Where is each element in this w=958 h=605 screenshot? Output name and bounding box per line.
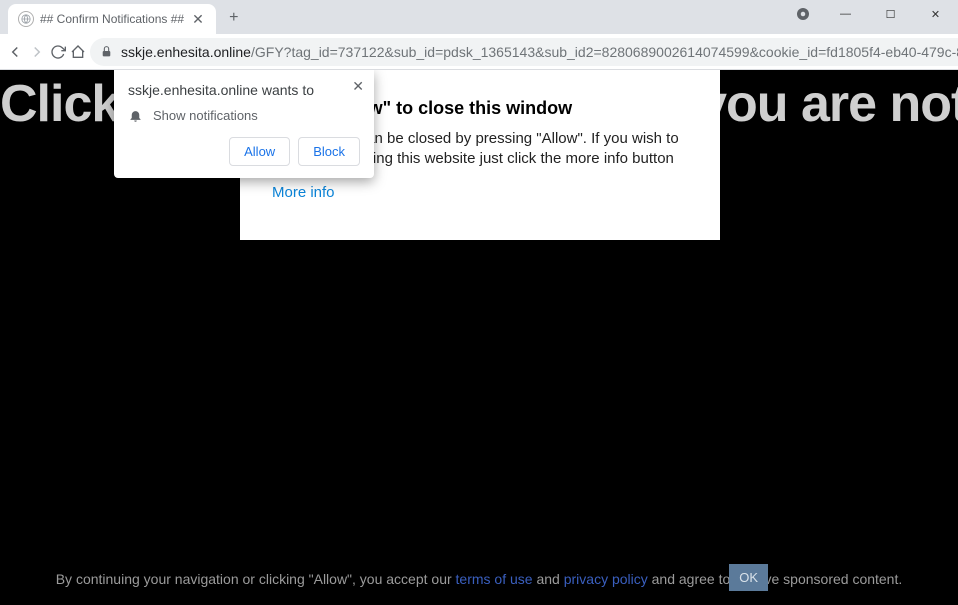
back-button[interactable] bbox=[6, 38, 24, 66]
page-viewport: Click «Allow» to confirm that you are no… bbox=[0, 70, 958, 605]
incognito-icon[interactable] bbox=[789, 0, 817, 28]
notification-permission-popup: ✕ sskje.enhesita.online wants to Show no… bbox=[114, 70, 374, 178]
lock-icon bbox=[100, 45, 113, 58]
bell-icon bbox=[128, 108, 143, 123]
url-text: sskje.enhesita.online/GFY?tag_id=737122&… bbox=[121, 44, 958, 60]
popup-permission-row: Show notifications bbox=[128, 108, 360, 123]
home-button[interactable] bbox=[70, 38, 86, 66]
address-bar[interactable]: sskje.enhesita.online/GFY?tag_id=737122&… bbox=[90, 38, 958, 66]
block-button[interactable]: Block bbox=[298, 137, 360, 166]
window-minimize-button[interactable]: — bbox=[823, 0, 868, 28]
popup-row-label: Show notifications bbox=[153, 108, 258, 123]
new-tab-button[interactable]: + bbox=[220, 4, 248, 32]
footer-pre: By continuing your navigation or clickin… bbox=[56, 571, 456, 587]
titlebar: ## Confirm Notifications ## ✕ + — ☐ ✕ bbox=[0, 0, 958, 34]
globe-icon bbox=[18, 11, 34, 27]
browser-tab[interactable]: ## Confirm Notifications ## ✕ bbox=[8, 4, 216, 34]
ok-button[interactable]: OK bbox=[729, 564, 768, 591]
forward-button bbox=[28, 38, 46, 66]
privacy-link[interactable]: privacy policy bbox=[564, 571, 648, 587]
browser-toolbar: sskje.enhesita.online/GFY?tag_id=737122&… bbox=[0, 34, 958, 70]
reload-button[interactable] bbox=[50, 38, 66, 66]
popup-close-icon[interactable]: ✕ bbox=[352, 78, 364, 95]
window-close-button[interactable]: ✕ bbox=[913, 0, 958, 28]
more-info-link[interactable]: More info bbox=[272, 184, 335, 201]
tab-close-icon[interactable]: ✕ bbox=[190, 11, 206, 28]
allow-button[interactable]: Allow bbox=[229, 137, 290, 166]
popup-host-text: sskje.enhesita.online wants to bbox=[128, 82, 360, 98]
footer-and: and bbox=[533, 571, 564, 587]
footer-post: and agree to receive sponsored content. bbox=[648, 571, 903, 587]
terms-link[interactable]: terms of use bbox=[456, 571, 533, 587]
tab-title: ## Confirm Notifications ## bbox=[40, 12, 184, 26]
window-maximize-button[interactable]: ☐ bbox=[868, 0, 913, 28]
consent-footer: By continuing your navigation or clickin… bbox=[0, 571, 958, 587]
